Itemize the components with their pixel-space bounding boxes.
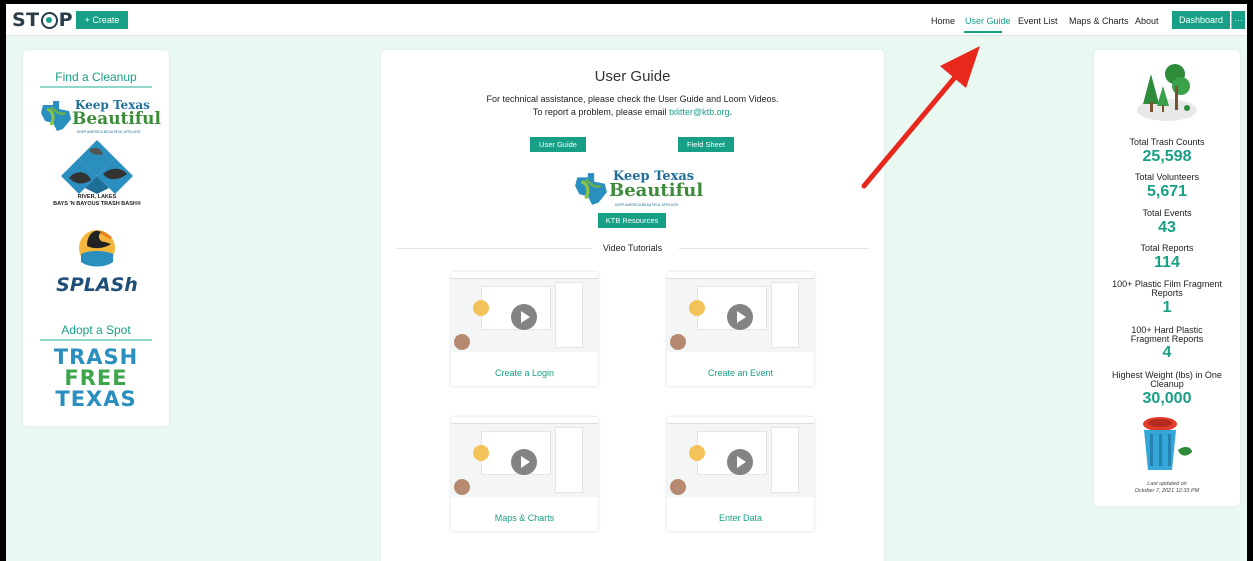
stat-label-highest-weight: Highest Weight (lbs) in One Cleanup: [1112, 370, 1222, 389]
stat-label-events: Total Events: [1142, 208, 1192, 218]
report-text-prefix: To report a problem, please email: [532, 107, 669, 117]
video-caption[interactable]: Create an Event: [667, 368, 814, 378]
texas-map-icon: [41, 101, 71, 131]
stat-value-events: 43: [1158, 219, 1176, 236]
nav-user-guide[interactable]: User Guide: [965, 16, 1011, 26]
field-sheet-button[interactable]: Field Sheet: [678, 137, 734, 152]
stat-label-trash-counts: Total Trash Counts: [1129, 137, 1205, 147]
stat-value-reports: 114: [1154, 254, 1180, 271]
ktb-logo-line2: Beautiful: [72, 109, 162, 129]
video-tutorials-divider: Video Tutorials: [396, 242, 869, 254]
page-title: User Guide: [594, 68, 671, 85]
ktb-resources-button[interactable]: KTB Resources: [598, 213, 666, 228]
video-card-enter-data[interactable]: Enter Data: [667, 417, 814, 531]
ktb-logo-tagline: KEEP AMERICA BEAUTIFUL AFFILIATE: [77, 130, 141, 134]
play-icon[interactable]: [727, 449, 753, 475]
stat-label-reports: Total Reports: [1140, 243, 1194, 253]
logo-text-st: ST: [12, 9, 40, 31]
keep-texas-beautiful-logo[interactable]: Keep Texas Beautiful KEEP AMERICA BEAUTI…: [39, 96, 161, 136]
trees-illustration-icon: [1137, 64, 1197, 121]
video-card-maps-charts[interactable]: Maps & Charts: [451, 417, 598, 531]
texas-map-icon: [575, 173, 607, 205]
stat-value-plastic-film: 1: [1162, 299, 1172, 316]
stop-logo[interactable]: ST P: [12, 9, 73, 31]
video-card-create-event[interactable]: Create an Event: [667, 272, 814, 386]
assistance-text: For technical assistance, please check t…: [486, 94, 779, 104]
top-navbar: ST P + Create Home User Guide Event List …: [6, 4, 1247, 36]
keep-texas-beautiful-logo[interactable]: Keep Texas Beautiful KEEP AMERICA BEAUTI…: [573, 168, 703, 210]
logo-text-p: P: [58, 9, 74, 31]
adopt-spot-heading: Adopt a Spot: [61, 323, 131, 337]
nav-home[interactable]: Home: [931, 16, 955, 26]
pelican-icon: [79, 230, 115, 267]
create-button[interactable]: + Create: [76, 11, 128, 29]
stat-value-trash-counts: 25,598: [1142, 148, 1192, 165]
play-icon[interactable]: [511, 304, 537, 330]
user-guide-button[interactable]: User Guide: [530, 137, 586, 152]
user-guide-panel: User Guide For technical assistance, ple…: [381, 50, 884, 561]
left-sidebar: Find a Cleanup Keep Texas Beautiful KEEP…: [23, 50, 169, 426]
dashboard-button[interactable]: Dashboard: [1172, 11, 1230, 29]
trash-bash-diamonds-icon: [61, 140, 133, 194]
trash-can-icon: [1143, 417, 1192, 470]
divider-line-right: [679, 248, 869, 249]
play-icon[interactable]: [727, 304, 753, 330]
trash-bash-line2: BAYS 'N BAYOUS TRASH BASH®: [53, 201, 141, 207]
report-text: To report a problem, please email txlitt…: [381, 107, 884, 117]
tft-free: FREE: [64, 366, 128, 390]
video-card-create-login[interactable]: Create a Login: [451, 272, 598, 386]
splash-logo[interactable]: SPLASh: [39, 222, 155, 302]
stat-label-hard-plastic: 100+ Hard Plastic Fragment Reports: [1130, 325, 1204, 344]
logo-o-icon: [40, 11, 58, 29]
support-email-link[interactable]: txlitter@ktb.org: [669, 107, 730, 117]
nav-about[interactable]: About: [1135, 16, 1159, 26]
stats-sidebar: Total Trash Counts 25,598 Total Voluntee…: [1094, 50, 1240, 506]
stat-label-plastic-film: 100+ Plastic Film Fragment Reports: [1112, 279, 1222, 298]
splash-logo-text: SPLASh: [56, 274, 138, 296]
active-nav-underline: [964, 31, 1002, 33]
find-cleanup-heading: Find a Cleanup: [55, 70, 137, 84]
last-updated-date: October 7, 2021 12:33 PM: [1134, 488, 1200, 494]
video-caption[interactable]: Enter Data: [667, 513, 814, 523]
stat-value-volunteers: 5,671: [1146, 183, 1188, 200]
report-text-suffix: .: [729, 107, 733, 117]
tft-trash: TRASH: [53, 345, 139, 369]
heading-divider: [40, 339, 152, 341]
trash-bash-logo[interactable]: RIVER, LAKES BAYS 'N BAYOUS TRASH BASH®: [39, 140, 155, 210]
nav-event-list[interactable]: Event List: [1018, 16, 1058, 26]
ktb-logo-line2: Beautiful: [609, 180, 704, 201]
nav-maps-charts[interactable]: Maps & Charts: [1069, 16, 1129, 26]
ktb-logo-tagline: KEEP AMERICA BEAUTIFUL AFFILIATE: [615, 203, 679, 207]
trash-bash-line1: RIVER, LAKES: [77, 194, 117, 200]
app-frame: ST P + Create Home User Guide Event List …: [6, 4, 1247, 561]
tft-texas: TEXAS: [55, 387, 137, 411]
video-caption[interactable]: Create a Login: [451, 368, 598, 378]
play-icon[interactable]: [511, 449, 537, 475]
video-caption[interactable]: Maps & Charts: [451, 513, 598, 523]
stat-label-volunteers: Total Volunteers: [1134, 172, 1200, 182]
stat-value-hard-plastic: 4: [1162, 344, 1172, 361]
trash-free-texas-logo[interactable]: TRASH FREE TEXAS: [23, 346, 169, 412]
more-menu-button[interactable]: ···: [1231, 11, 1245, 29]
stat-value-highest-weight: 30,000: [1142, 390, 1192, 407]
heading-divider: [40, 86, 152, 88]
